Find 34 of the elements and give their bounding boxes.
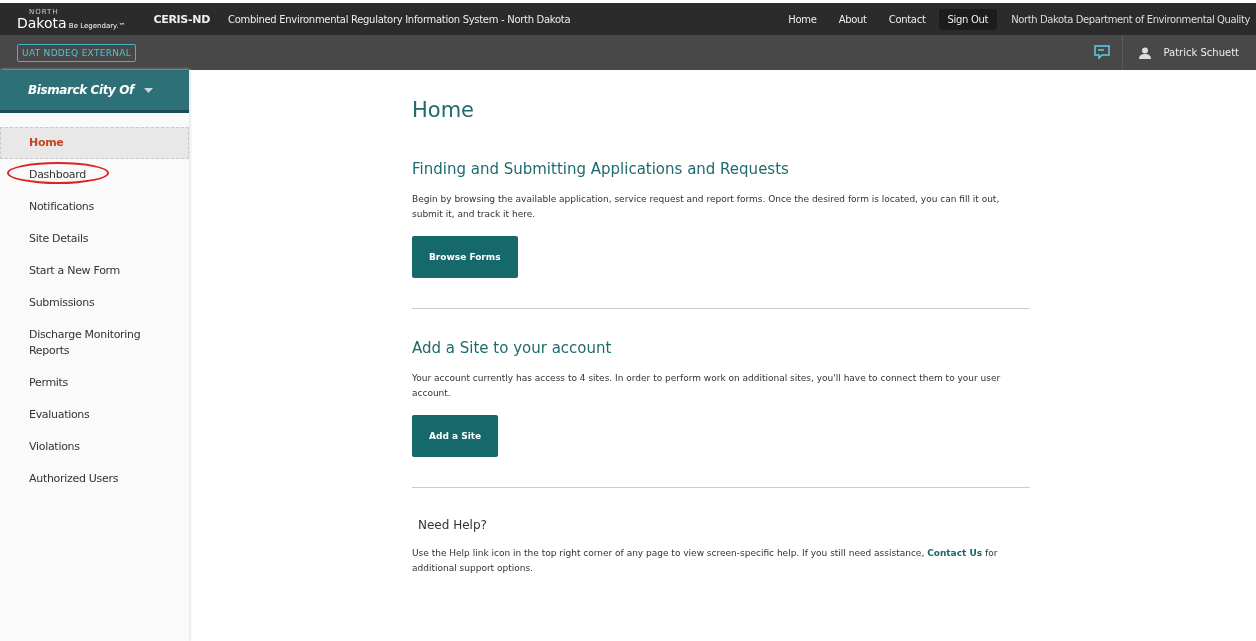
app-title: Combined Environmental Regulatory Information System - North Dakota: [228, 13, 571, 25]
sidebar-item[interactable]: Authorized Users: [0, 463, 189, 495]
contact-link[interactable]: Contact Us: [927, 548, 983, 558]
action-button[interactable]: Add a Site: [412, 415, 499, 457]
user-icon: [1139, 46, 1152, 59]
nav-link[interactable]: About: [829, 8, 876, 30]
sidebar-item[interactable]: Violations: [0, 431, 189, 463]
page-title: Home: [412, 98, 475, 122]
feedback-icon[interactable]: [1094, 45, 1111, 60]
sidebar-item[interactable]: Evaluations: [0, 399, 189, 431]
sidebar-item[interactable]: Notifications: [0, 191, 189, 223]
sidebar-item[interactable]: Discharge Monitoring Reports: [0, 319, 189, 367]
sidebar-item[interactable]: Dashboard: [0, 159, 189, 191]
action-button[interactable]: Browse Forms: [412, 236, 518, 278]
sidebar-item[interactable]: Start a New Form: [0, 255, 189, 287]
sidebar-item[interactable]: Home: [0, 127, 189, 159]
nav-link[interactable]: Sign Out: [938, 8, 998, 30]
agency-name: North Dakota Department of Environmental Quality: [1011, 13, 1250, 25]
section-heading: Finding and Submitting Applications and Requests: [412, 160, 790, 178]
help-heading: Need Help?: [418, 518, 488, 532]
sidebar-item[interactable]: Permits: [0, 367, 189, 399]
sidebar-item[interactable]: Submissions: [0, 287, 189, 319]
section-text: Your account currently has access to 4 sites. In order to perform work on additional sites, you'll have to connect them to your user account.: [412, 372, 1002, 400]
environment-badge: UAT NDDEQ EXTERNAL: [17, 43, 137, 62]
user-menu[interactable]: Patrick Schuett: [1122, 35, 1250, 70]
nav-link[interactable]: Home: [779, 8, 826, 30]
account-selector[interactable]: Bismarck City Of: [0, 70, 189, 113]
section-heading: Add a Site to your account: [412, 339, 613, 357]
nav-link[interactable]: Contact: [879, 8, 935, 30]
help-text: Use the Help link icon in the top right corner of any page to view screen-specific help. If you still need assistance, Contact Us for additional support options.: [412, 547, 999, 575]
app-name: CERIS-ND: [153, 12, 210, 26]
caret-icon: [143, 87, 153, 93]
section-text: Begin by browsing the available application, service request and report forms. Once the desired form is located, you can fill it out, submit it, and track it here.: [412, 193, 1001, 221]
sidebar-item[interactable]: Site Details: [0, 223, 189, 255]
